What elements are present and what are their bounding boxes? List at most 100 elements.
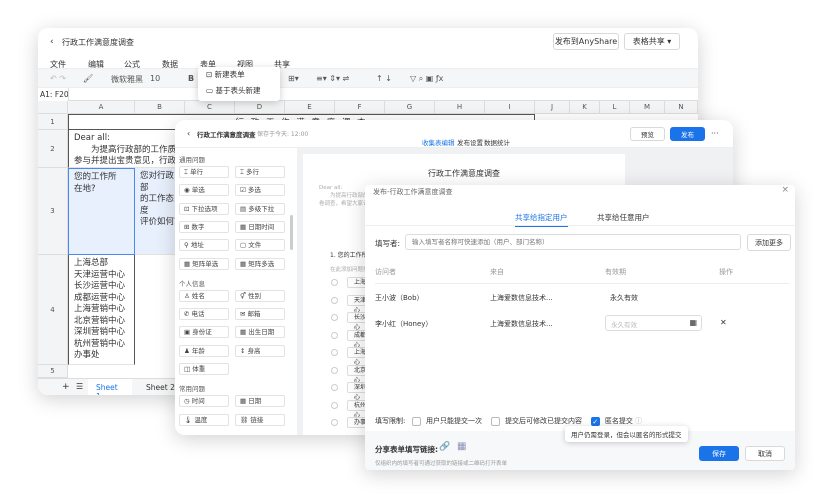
menu-item-new-form[interactable]: ⊡ 新建表单 bbox=[198, 67, 280, 83]
tab-sheet-2[interactable]: Sheet 2 bbox=[146, 383, 175, 392]
column-header[interactable]: G bbox=[385, 101, 435, 114]
palette-item[interactable]: ⌶ 多行 bbox=[235, 166, 285, 178]
tab-any-users[interactable]: 共享给任意用户 bbox=[597, 212, 650, 223]
link-icon[interactable]: 🔗 bbox=[439, 442, 450, 452]
palette-item[interactable]: ⛓ 链接 bbox=[235, 413, 285, 426]
sheet-list-icon[interactable]: ☰ bbox=[76, 382, 83, 391]
row-header[interactable]: 4 bbox=[38, 255, 68, 365]
menu-item-new-from-header[interactable]: ▭ 基于表头新建 bbox=[198, 83, 280, 99]
palette-item[interactable]: ✆ 电话 bbox=[179, 308, 229, 321]
qrcode-icon[interactable]: ▦ bbox=[457, 441, 466, 452]
column-header[interactable]: L bbox=[600, 101, 630, 114]
filler-input[interactable] bbox=[405, 234, 741, 250]
radio-icon[interactable] bbox=[331, 296, 338, 304]
row-header[interactable]: 3 bbox=[38, 168, 68, 255]
tab-publish-settings[interactable]: 发布设置 bbox=[457, 137, 483, 147]
column-header[interactable]: D bbox=[235, 101, 285, 114]
tab-sheet-1[interactable]: Sheet 1 ▾ bbox=[88, 379, 132, 395]
font-size-select[interactable]: 10 bbox=[150, 74, 160, 83]
column-header[interactable]: N bbox=[665, 101, 698, 114]
back-icon[interactable]: ‹ bbox=[187, 129, 190, 138]
row-header[interactable]: 1 bbox=[38, 114, 68, 130]
more-icon[interactable]: ··· bbox=[711, 129, 719, 138]
share-button[interactable]: 表格共享 ▾ bbox=[624, 33, 680, 50]
palette-item[interactable]: ▦ 矩阵单选 bbox=[179, 257, 229, 270]
column-header[interactable]: B bbox=[135, 101, 185, 114]
radio-icon[interactable] bbox=[331, 419, 338, 426]
palette-item[interactable]: ▤ 多级下拉 bbox=[235, 202, 285, 215]
close-icon[interactable]: × bbox=[781, 185, 789, 195]
cancel-button[interactable]: 取消 bbox=[745, 446, 785, 461]
align-icon[interactable]: ≡▾ ⇕▾ ⇌ bbox=[316, 74, 349, 83]
column-header[interactable]: M bbox=[630, 101, 665, 114]
calendar-icon[interactable]: ▦ bbox=[689, 318, 697, 327]
help-icon[interactable]: ⓘ bbox=[635, 417, 642, 425]
palette-item[interactable]: 🌡 温度 bbox=[179, 413, 229, 426]
radio-icon[interactable] bbox=[331, 401, 338, 409]
border-icon[interactable]: ⊞▾ bbox=[288, 74, 299, 83]
undo-icon[interactable]: ↶ ↷ bbox=[50, 74, 66, 83]
add-more-button[interactable]: 添加更多 bbox=[747, 234, 791, 251]
column-header[interactable]: E bbox=[285, 101, 335, 114]
palette-item[interactable]: ⚲ 地址 bbox=[179, 239, 229, 252]
preview-button[interactable]: 预览 bbox=[630, 127, 665, 141]
expiry-date-picker[interactable]: 永久有效 ▦ bbox=[605, 315, 702, 331]
palette-item[interactable]: ⊞ 数字 bbox=[179, 220, 229, 233]
palette-item-label: 多行 bbox=[245, 168, 259, 176]
palette-item[interactable]: ⌶ 单行 bbox=[179, 166, 229, 178]
formula-input[interactable] bbox=[68, 88, 698, 101]
palette-item[interactable]: ◉ 单选 bbox=[179, 184, 229, 197]
column-header[interactable]: J bbox=[535, 101, 570, 114]
cell-a4[interactable]: 上海总部 天津运营中心 长沙运营中心 成都运营中心 上海营销中心 北京营销中心 … bbox=[68, 255, 135, 365]
add-sheet-icon[interactable]: + bbox=[62, 382, 70, 392]
corner-cell[interactable] bbox=[38, 101, 68, 114]
sort-icons[interactable]: ↑ ↓ bbox=[376, 74, 392, 83]
palette-item[interactable]: ▦ 矩阵多选 bbox=[235, 257, 285, 270]
publish-anyshare-button[interactable]: 发布到AnyShare bbox=[553, 33, 619, 50]
column-header[interactable]: A bbox=[68, 101, 135, 114]
radio-icon[interactable] bbox=[331, 314, 338, 321]
cell-reference[interactable]: A1: F20 bbox=[40, 90, 69, 99]
cell-a3[interactable]: 您的工作所 在地? bbox=[68, 168, 135, 255]
limit-editable-checkbox[interactable]: 提交后可修改已提交内容 bbox=[490, 416, 582, 426]
font-select[interactable]: 微软雅黑 bbox=[111, 74, 143, 85]
column-header[interactable]: F bbox=[335, 101, 385, 114]
row-header[interactable]: 5 bbox=[38, 365, 68, 378]
palette-item[interactable]: ♟ 年龄 bbox=[179, 344, 229, 357]
radio-icon[interactable] bbox=[331, 331, 338, 339]
radio-icon[interactable] bbox=[331, 349, 338, 356]
palette-item[interactable]: ▦ 日期 bbox=[235, 395, 285, 408]
tab-statistics[interactable]: 数据统计 bbox=[484, 137, 510, 147]
palette-item[interactable]: ▦ 日期时间 bbox=[235, 220, 285, 233]
palette-item[interactable]: ✉ 邮箱 bbox=[235, 308, 285, 321]
palette-item[interactable]: ▢ 文件 bbox=[235, 239, 285, 252]
radio-icon[interactable] bbox=[331, 366, 338, 374]
palette-item[interactable]: ◷ 时间 bbox=[179, 395, 229, 408]
publish-button[interactable]: 发布 bbox=[670, 127, 705, 141]
palette-item[interactable]: ⊡ 下拉选项 bbox=[179, 202, 229, 215]
column-header[interactable]: I bbox=[485, 101, 535, 114]
limit-once-checkbox[interactable]: 用户只能提交一次 bbox=[412, 416, 482, 426]
palette-item[interactable]: ⚥ 性别 bbox=[235, 289, 285, 302]
back-icon[interactable]: ‹ bbox=[50, 37, 54, 47]
palette-item[interactable]: ▣ 身份证 bbox=[179, 326, 229, 339]
filter-search-icons[interactable]: ▽ ⌕ ▣ ƒx bbox=[410, 74, 443, 84]
palette-item[interactable]: ◫ 体重 bbox=[179, 363, 229, 375]
column-header[interactable]: C bbox=[185, 101, 235, 114]
palette-scrollbar[interactable] bbox=[290, 215, 293, 250]
fill-limits: 填写限制: 用户只能提交一次 提交后可修改已提交内容 ✓ 匿名提交 ⓘ bbox=[375, 416, 642, 426]
column-header[interactable]: H bbox=[435, 101, 485, 114]
palette-item[interactable]: ♙ 姓名 bbox=[179, 289, 229, 302]
remove-icon[interactable]: ✕ bbox=[720, 318, 727, 327]
column-header[interactable]: K bbox=[570, 101, 600, 114]
anonymous-checkbox[interactable]: ✓ 匿名提交 bbox=[590, 416, 633, 426]
row-header[interactable]: 2 bbox=[38, 130, 68, 168]
radio-icon[interactable] bbox=[331, 279, 338, 286]
palette-item[interactable]: ☑ 多选 bbox=[235, 184, 285, 197]
bold-button[interactable]: B bbox=[188, 74, 194, 83]
format-painter-icon[interactable]: 🖌 bbox=[83, 74, 93, 83]
save-button[interactable]: 保存 bbox=[699, 446, 739, 461]
palette-item[interactable]: ▦ 出生日期 bbox=[235, 326, 285, 339]
radio-icon[interactable] bbox=[331, 384, 338, 391]
palette-item[interactable]: ↕ 身高 bbox=[235, 344, 285, 357]
